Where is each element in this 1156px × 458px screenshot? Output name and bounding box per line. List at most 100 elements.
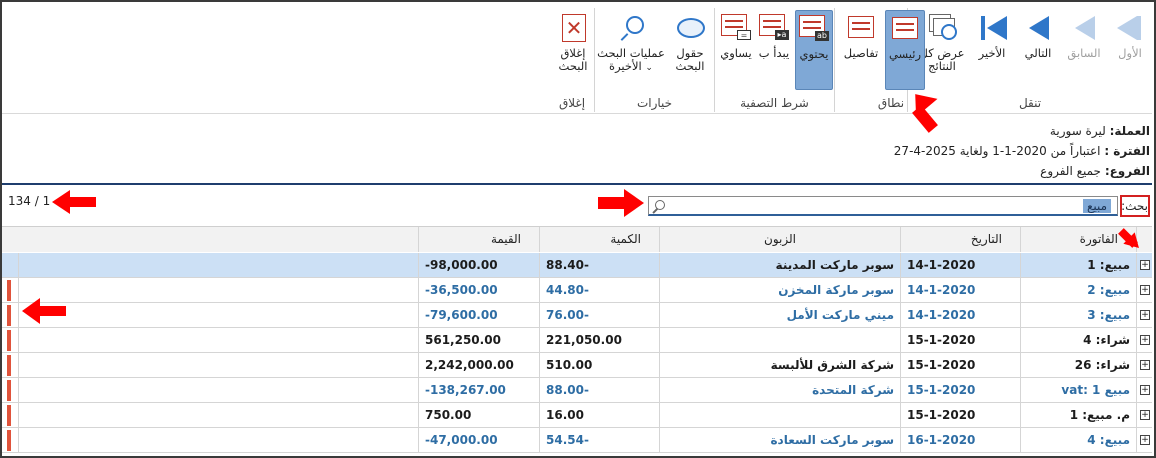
cell-customer: سوبر ماركة المخزن — [659, 278, 900, 303]
expand-row-icon[interactable]: + — [1136, 303, 1152, 328]
previous-button[interactable]: السابق — [1062, 10, 1106, 90]
plus-icon[interactable]: + — [1140, 435, 1150, 445]
contains-button[interactable]: ab يحتوي — [795, 10, 833, 90]
plus-icon[interactable]: + — [1140, 260, 1150, 270]
details-scope-button[interactable]: تفاصيل — [839, 10, 883, 90]
expand-row-icon[interactable]: + — [1136, 403, 1152, 428]
expand-row-icon[interactable]: + — [1136, 328, 1152, 353]
last-button[interactable]: الأخير — [970, 10, 1014, 90]
plus-icon[interactable]: + — [1140, 335, 1150, 345]
expand-row-icon[interactable]: + — [1136, 278, 1152, 303]
cell-date: 15-1-2020 — [900, 328, 1020, 353]
row-indicator — [2, 303, 18, 328]
cell-value: -138,267.00 — [418, 378, 539, 403]
expand-row-icon[interactable]: + — [1136, 428, 1152, 453]
header-value[interactable]: القيمة — [418, 227, 539, 252]
period-info: الفترة : اعتباراً من 2020-1-1 ولغاية 202… — [893, 144, 1150, 158]
ribbon-group-close: ✕ إغلاق البحث إغلاق — [550, 8, 594, 112]
show-all-results-icon — [925, 12, 959, 44]
equals-button[interactable]: = يساوي — [717, 10, 755, 90]
table-row[interactable]: + م. مبيع: 1 15-1-2020 16.00 750.00 — [2, 403, 1152, 428]
currency-info: العملة: ليرة سورية — [1049, 124, 1150, 138]
arrow-annotation-search — [598, 189, 646, 219]
cell-quantity: 44.80- — [539, 278, 659, 303]
main-scope-button[interactable]: رئيسي — [885, 10, 925, 90]
row-indicator — [2, 428, 18, 453]
previous-icon — [1067, 12, 1101, 44]
ribbon-group-label: نطاق — [877, 96, 905, 110]
cell-date: 15-1-2020 — [900, 378, 1020, 403]
branches-info: الفروع: جميع الفروع — [1040, 164, 1150, 178]
cell-invoice: شراء: 4 — [1020, 328, 1136, 353]
first-button[interactable]: الأول — [1108, 10, 1152, 90]
search-input-value: مبيع — [1082, 199, 1111, 213]
cell-value: 561,250.00 — [418, 328, 539, 353]
cell-filler — [18, 328, 418, 353]
starts-with-icon: ▸a — [757, 12, 791, 44]
cell-value: 2,242,000.00 — [418, 353, 539, 378]
close-search-button[interactable]: ✕ إغلاق البحث — [552, 10, 594, 90]
cell-invoice: م. مبيع: 1 — [1020, 403, 1136, 428]
cell-filler — [18, 278, 418, 303]
search-fields-button[interactable]: حقول البحث — [667, 10, 713, 90]
plus-icon[interactable]: + — [1140, 360, 1150, 370]
table-row[interactable]: + شراء: 26 15-1-2020 شركة الشرق للألبسة 510.… — [2, 353, 1152, 378]
recent-searches-button[interactable]: عمليات البحث الأخيرة ⌄ — [597, 10, 665, 90]
row-indicator-bar — [7, 280, 11, 301]
ribbon-group-label: خيارات — [636, 96, 673, 110]
expand-row-icon[interactable]: + — [1136, 378, 1152, 403]
table-row[interactable]: + مبيع: 1 14-1-2020 سوبر ماركت المدينة 88.40… — [2, 253, 1152, 278]
starts-with-button[interactable]: ▸a يبدأ ب — [755, 10, 793, 90]
plus-icon[interactable]: + — [1140, 385, 1150, 395]
cell-date: 14-1-2020 — [900, 253, 1020, 278]
cell-customer — [659, 403, 900, 428]
header-customer[interactable]: الزبون — [659, 227, 900, 252]
cell-invoice: مبيع: 2 — [1020, 278, 1136, 303]
cell-invoice: مبيع: 1 — [1020, 253, 1136, 278]
ribbon-group-scope: رئيسي تفاصيل نطاق — [834, 8, 925, 112]
close-search-icon: ✕ — [556, 12, 590, 44]
cell-filler — [18, 378, 418, 403]
cell-filler — [18, 253, 418, 278]
table-header: الفاتورة التاريخ الزبون الكمية القيمة — [2, 227, 1152, 252]
cell-value: 750.00 — [418, 403, 539, 428]
recent-searches-icon — [614, 12, 648, 44]
plus-icon[interactable]: + — [1140, 285, 1150, 295]
row-indicator — [2, 378, 18, 403]
table-row[interactable]: + مبيع: 3 14-1-2020 ميني ماركت الأمل 76.00- -… — [2, 303, 1152, 328]
equals-icon: = — [719, 12, 753, 44]
cell-quantity: 76.00- — [539, 303, 659, 328]
table-row[interactable]: + شراء: 4 15-1-2020 221,050.00 561,250.00 — [2, 328, 1152, 353]
search-label: بحث: — [1120, 195, 1150, 217]
header-quantity[interactable]: الكمية — [539, 227, 659, 252]
plus-icon[interactable]: + — [1140, 310, 1150, 320]
cell-filler — [18, 303, 418, 328]
arrow-annotation-expand — [1114, 226, 1145, 256]
row-indicator — [2, 403, 18, 428]
header-date[interactable]: التاريخ — [900, 227, 1020, 252]
table-row[interactable]: + مبيع: 4 16-1-2020 سوبر ماركت السعادة 54.54… — [2, 428, 1152, 453]
plus-icon[interactable]: + — [1140, 410, 1150, 420]
result-counter: 134 / 1 — [8, 194, 51, 208]
expand-row-icon[interactable]: + — [1136, 353, 1152, 378]
details-scope-icon — [844, 12, 878, 44]
cell-quantity: 16.00 — [539, 403, 659, 428]
row-indicator — [2, 353, 18, 378]
search-input[interactable]: مبيع — [648, 196, 1118, 216]
first-icon — [1113, 12, 1147, 44]
row-indicator — [2, 278, 18, 303]
arrow-annotation-indicator — [22, 298, 68, 324]
cell-customer: شركة الشرق للألبسة — [659, 353, 900, 378]
table-row[interactable]: + مبيع: 2 14-1-2020 سوبر ماركة المخزن 44.80-… — [2, 278, 1152, 303]
cell-date: 15-1-2020 — [900, 353, 1020, 378]
cell-quantity: 221,050.00 — [539, 328, 659, 353]
table-row[interactable]: + مبيع vat: 1 15-1-2020 شركة المتحدة 88.00- -… — [2, 378, 1152, 403]
arrow-annotation-ribbon — [904, 85, 945, 134]
cell-customer: سوبر ماركت المدينة — [659, 253, 900, 278]
next-button[interactable]: التالي — [1016, 10, 1060, 90]
cell-value: -79,600.00 — [418, 303, 539, 328]
expand-row-icon[interactable]: + — [1136, 253, 1152, 278]
cell-filler — [18, 353, 418, 378]
row-indicator-bar — [7, 405, 11, 426]
cell-customer: ميني ماركت الأمل — [659, 303, 900, 328]
